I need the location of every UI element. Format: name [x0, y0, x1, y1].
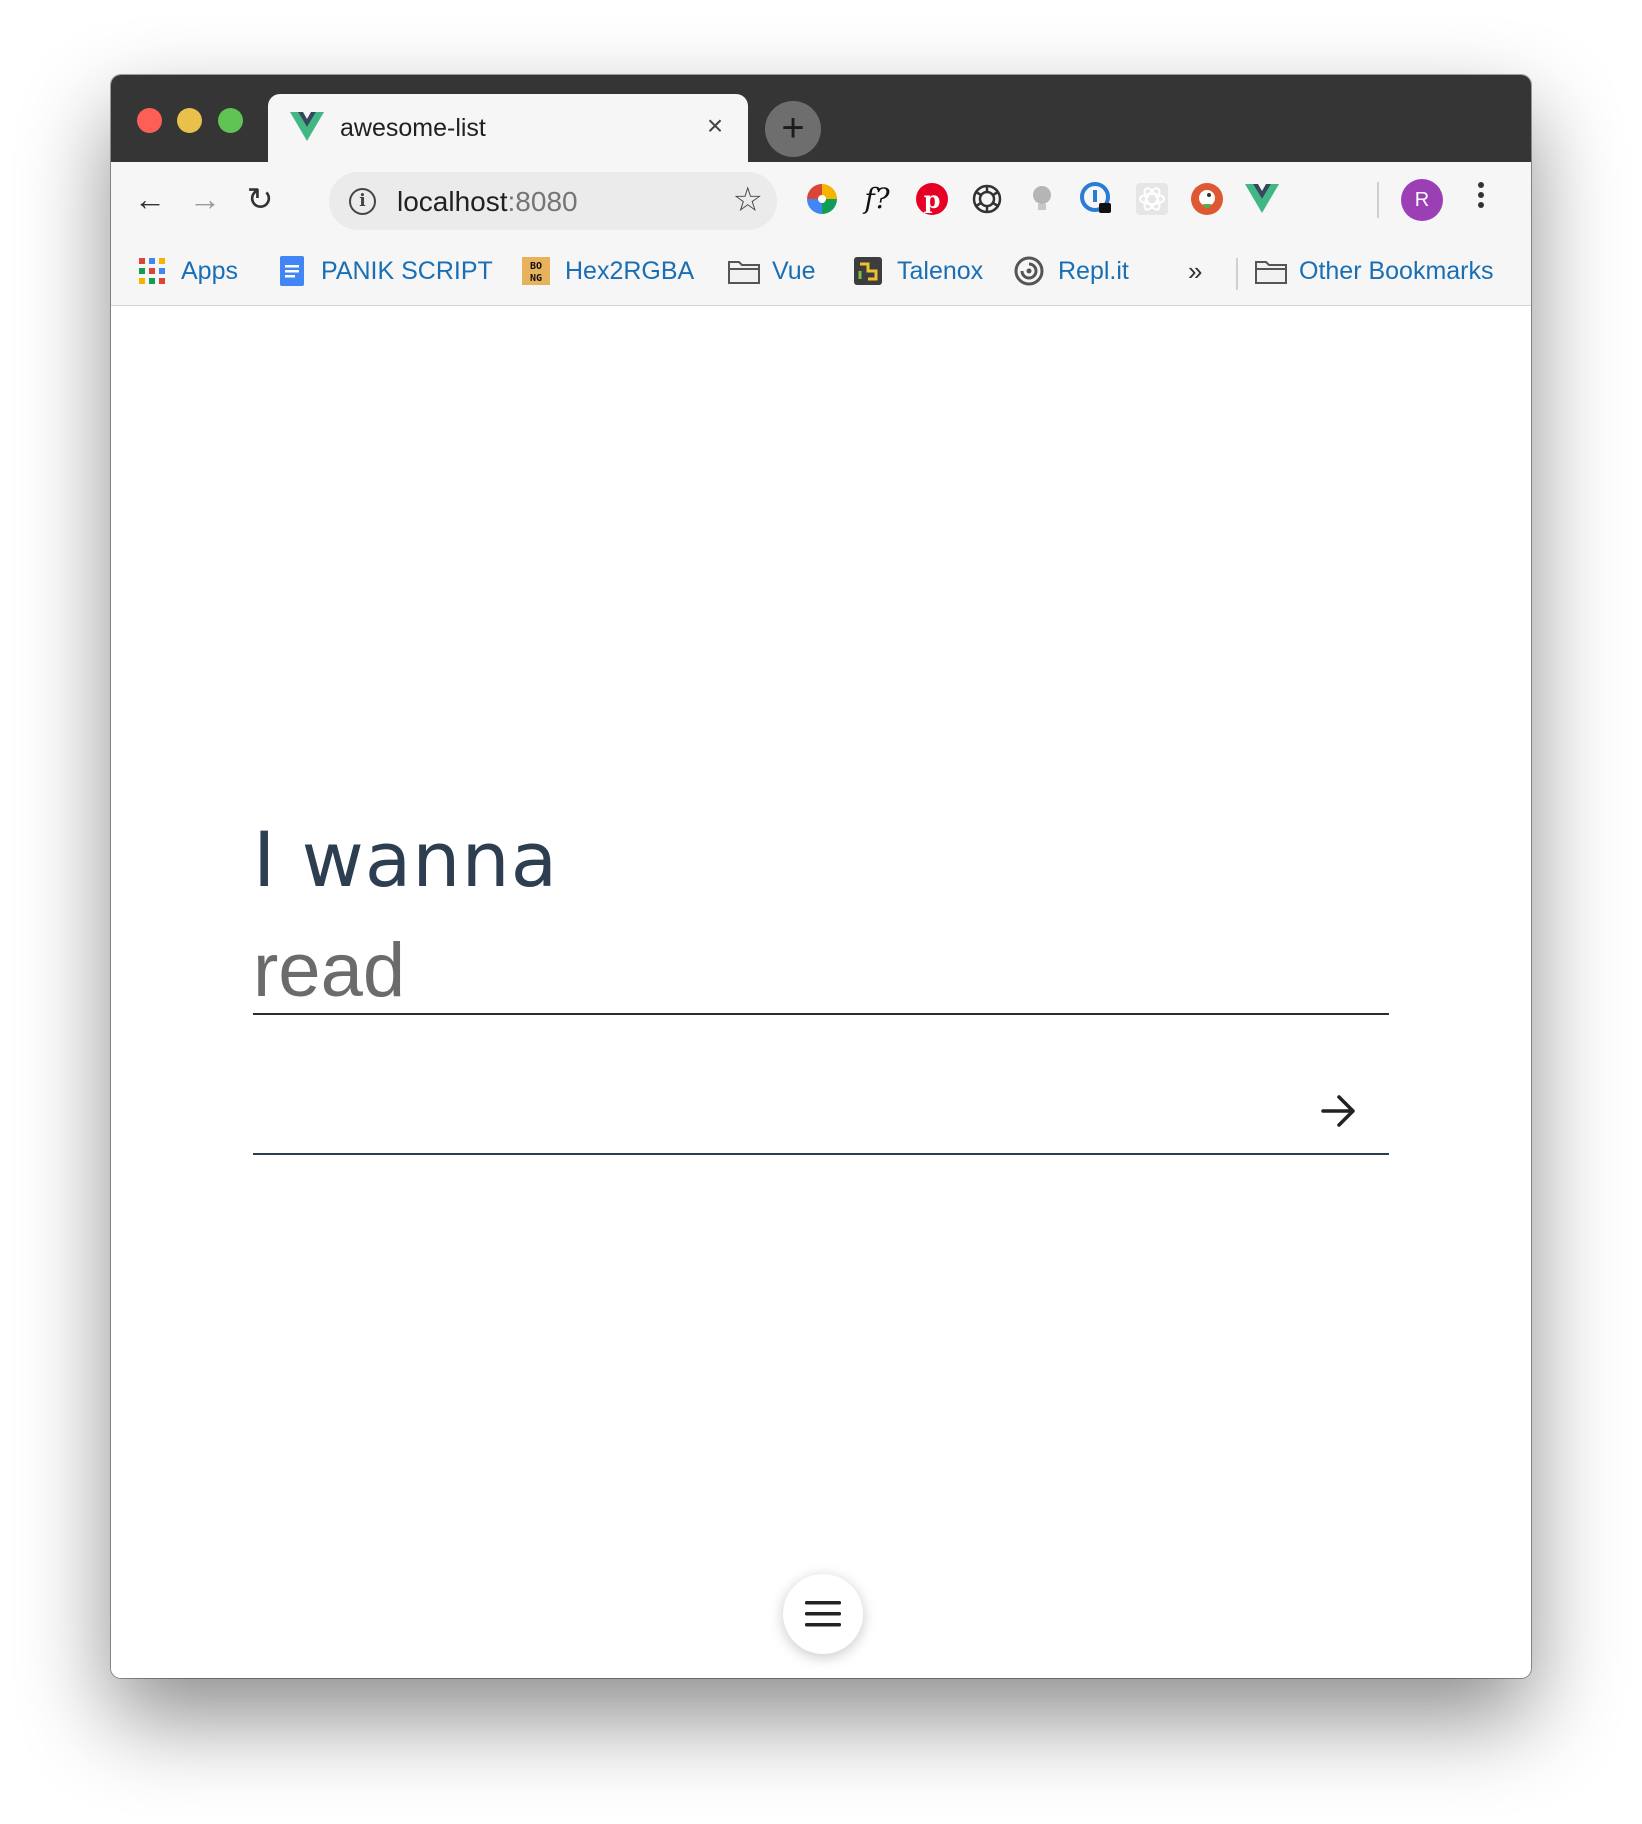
bookmark-star-icon[interactable]: ☆	[733, 180, 763, 220]
tab-awesome-list[interactable]: awesome-list ×	[268, 94, 748, 164]
address-text: localhost:8080	[397, 186, 578, 218]
menu-button[interactable]	[783, 1574, 863, 1654]
title-bar: awesome-list × +	[111, 75, 1531, 164]
google-docs-icon	[277, 256, 307, 286]
site-info-icon[interactable]: i	[349, 188, 376, 215]
svg-text:BO: BO	[530, 261, 542, 272]
close-tab-icon[interactable]: ×	[700, 111, 730, 141]
verb-select-value: read	[253, 928, 406, 1013]
bookmark-label: Apps	[181, 256, 238, 285]
arrow-right-icon[interactable]	[1319, 1093, 1359, 1129]
forward-button[interactable]: →	[182, 176, 228, 222]
bookmark-label: Repl.it	[1058, 256, 1129, 285]
bookmark-vue-folder[interactable]: Vue	[728, 254, 816, 288]
tab-title: awesome-list	[340, 114, 486, 142]
react-devtools-icon[interactable]	[1131, 178, 1173, 220]
folder-icon	[1255, 256, 1287, 286]
toolbar-separator	[1377, 182, 1379, 218]
hamburger-icon	[805, 1601, 841, 1627]
browser-window: awesome-list × + ← → ↻ i localhost:8080 …	[111, 75, 1531, 1678]
bookmark-label: Other Bookmarks	[1299, 256, 1494, 285]
bookmark-label: PANIK SCRIPT	[321, 256, 493, 285]
vue-devtools-icon[interactable]	[1241, 178, 1283, 220]
item-input[interactable]	[253, 1067, 1313, 1153]
pinterest-icon[interactable]: p	[911, 178, 953, 220]
close-window-button[interactable]	[137, 108, 162, 133]
browser-toolbar: ← → ↻ i localhost:8080 ☆ f? p R	[111, 162, 1531, 240]
address-port: :8080	[507, 186, 578, 217]
bookmark-apps[interactable]: Apps	[137, 254, 238, 288]
whatfont-icon[interactable]: f?	[856, 178, 898, 220]
address-bar[interactable]: i localhost:8080 ☆	[329, 172, 777, 230]
bookmark-label: Talenox	[897, 256, 984, 285]
duckduckgo-icon[interactable]	[1186, 178, 1228, 220]
bookmark-label: Vue	[772, 256, 816, 285]
lightbulb-icon[interactable]	[1021, 178, 1063, 220]
back-button[interactable]: ←	[127, 176, 173, 222]
bookmark-panik-script[interactable]: PANIK SCRIPT	[277, 254, 493, 288]
openai-icon[interactable]	[966, 178, 1008, 220]
bookmarks-bar: Apps PANIK SCRIPT BO NG Hex2RGBA Vue Tale…	[111, 240, 1531, 306]
bookmark-hex2rgba[interactable]: BO NG Hex2RGBA	[521, 254, 694, 288]
new-tab-button[interactable]: +	[765, 101, 821, 157]
prompt-heading: I wanna	[253, 815, 559, 904]
vue-logo-icon	[290, 112, 324, 141]
minimize-window-button[interactable]	[177, 108, 202, 133]
browser-menu-icon[interactable]	[1469, 178, 1493, 220]
bookmark-other-bookmarks[interactable]: Other Bookmarks	[1255, 254, 1494, 288]
bookmarks-separator	[1236, 258, 1238, 290]
apps-grid-icon	[137, 256, 167, 286]
svg-text:p: p	[924, 185, 941, 214]
bookmark-replit[interactable]: Repl.it	[1014, 254, 1129, 288]
zoom-window-button[interactable]	[218, 108, 243, 133]
item-input-row	[253, 1067, 1389, 1155]
bookmark-talenox[interactable]: Talenox	[853, 254, 983, 288]
bong-icon: BO NG	[521, 256, 551, 286]
reload-button[interactable]: ↻	[237, 176, 283, 222]
verb-select[interactable]: read	[253, 927, 1389, 1015]
bookmarks-overflow-button[interactable]: »	[1188, 256, 1202, 287]
svg-text:NG: NG	[530, 273, 542, 284]
folder-icon	[728, 256, 760, 286]
bookmark-label: Hex2RGBA	[565, 256, 695, 285]
address-host: localhost	[397, 186, 508, 217]
color-wheel-icon[interactable]	[801, 178, 843, 220]
profile-avatar[interactable]: R	[1401, 179, 1443, 221]
replit-icon	[1014, 256, 1044, 286]
talenox-icon	[853, 256, 883, 286]
page-content: I wanna read	[111, 307, 1531, 1678]
password-manager-icon[interactable]	[1076, 178, 1118, 220]
